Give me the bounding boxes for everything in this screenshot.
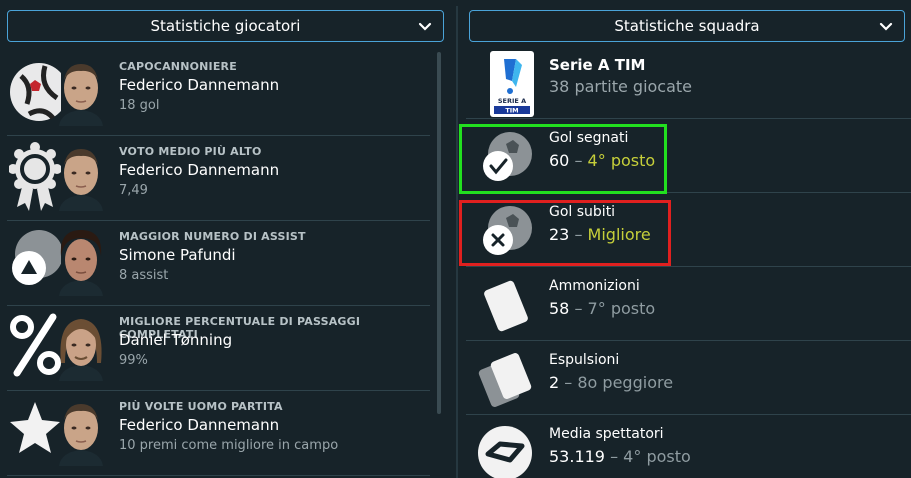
stat-value: 2 [549,373,560,392]
league-name[interactable]: Serie A TIM [549,56,645,74]
stat-caption: MAGGIOR NUMERO DI ASSIST [119,230,306,243]
team-stats-panel: Statistiche squadra SERIE A TIM Serie A … [459,0,911,478]
stat-value: 8 assist [119,268,169,283]
chevron-down-icon [418,22,432,31]
highlight-box-goals-scored [459,124,667,194]
player-stats-dropdown-label: Statistiche giocatori [150,17,301,35]
league-subtitle: 38 partite giocate [549,77,693,96]
player-name[interactable]: Simone Pafundi [119,246,236,264]
stat-value-line: 53.119 – 4° posto [549,447,691,466]
stadium-icon [478,426,532,478]
stat-value: 58 [549,299,570,318]
player-portrait [59,404,103,466]
player-portrait [59,149,103,211]
stat-caption: VOTO MEDIO PIÙ ALTO [119,145,262,158]
team-stat-average-attendance[interactable]: Media spettatori 53.119 – 4° posto [466,416,911,478]
player-name[interactable]: Federico Dannemann [119,161,279,179]
scrollbar[interactable] [437,52,441,414]
chevron-down-icon [879,22,893,31]
player-name[interactable]: Federico Dannemann [119,76,279,94]
stat-label: Espulsioni [549,352,620,368]
stat-value-line: 2 – 8o peggiore [549,373,673,392]
stat-label: Media spettatori [549,426,664,442]
stat-label: Ammonizioni [549,278,640,294]
stat-value: 10 premi come migliore in campo [119,438,339,453]
stat-rank: 7° posto [587,299,656,318]
stat-rank: 4° posto [623,447,691,466]
stat-separator: – [610,447,619,466]
player-portrait [59,319,103,381]
team-stat-red-cards[interactable]: Espulsioni 2 – 8o peggiore [466,342,911,415]
svg-text:SERIE A: SERIE A [498,97,526,105]
player-stat-row-most-assists[interactable]: MAGGIOR NUMERO DI ASSIST Simone Pafundi … [7,222,430,306]
team-stat-yellow-cards[interactable]: Ammonizioni 58 – 7° posto [466,268,911,341]
highlight-box-goals-conceded [459,200,671,266]
player-portrait [59,230,103,296]
player-name[interactable]: Federico Dannemann [119,416,279,434]
player-portrait [59,64,103,126]
team-stats-dropdown-label: Statistiche squadra [614,17,760,35]
team-stats-dropdown[interactable]: Statistiche squadra [469,10,905,42]
stat-caption: PIÙ VOLTE UOMO PARTITA [119,400,283,413]
serie-a-logo: SERIE A TIM [490,51,534,117]
stat-value: 99% [119,353,148,368]
player-stat-row-top-scorer[interactable]: CAPOCANNONIERE Federico Dannemann 18 gol [7,52,430,136]
stat-caption: CAPOCANNONIERE [119,60,237,73]
player-name[interactable]: Daniel Tønning [119,331,232,349]
stat-separator: – [564,373,573,392]
player-stat-row-pass-completion[interactable]: MIGLIORE PERCENTUALE DI PASSAGGI COMPLET… [7,307,430,391]
league-row[interactable]: SERIE A TIM Serie A TIM 38 partite gioca… [466,46,911,119]
stat-value-line: 58 – 7° posto [549,299,655,318]
player-stat-row-best-rating[interactable]: VOTO MEDIO PIÙ ALTO Federico Dannemann 7… [7,137,430,221]
player-stats-dropdown[interactable]: Statistiche giocatori [7,10,444,42]
stat-rank: 8o peggiore [577,373,674,392]
stat-value: 18 gol [119,98,160,113]
yellow-card-icon [484,280,528,332]
player-stat-row-man-of-the-match[interactable]: PIÙ VOLTE UOMO PARTITA Federico Danneman… [7,392,430,476]
stat-separator: – [574,299,583,318]
stat-value: 7,49 [119,183,148,198]
red-card-icon [478,353,532,407]
panel-divider [456,6,458,478]
stat-value: 53.119 [549,447,605,466]
svg-text:TIM: TIM [505,107,518,115]
player-stats-panel: Statistiche giocatori CAPOCANNONIERE Fed… [0,0,455,478]
